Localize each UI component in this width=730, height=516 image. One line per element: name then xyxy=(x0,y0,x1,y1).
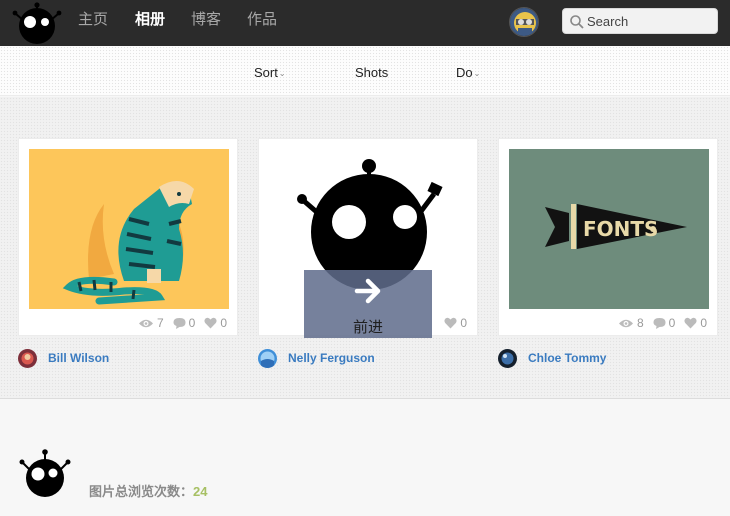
comments-stat: 0 xyxy=(173,316,196,330)
chevron-down-icon: ⌄ xyxy=(278,69,286,78)
search-icon xyxy=(570,15,584,29)
author-link[interactable]: Chloe Tommy xyxy=(498,348,606,368)
user-avatar[interactable] xyxy=(509,7,539,37)
heart-icon xyxy=(204,317,217,329)
likes-stat[interactable]: 0 xyxy=(204,316,227,330)
likes-count: 0 xyxy=(700,316,707,330)
author-avatar xyxy=(258,348,277,368)
chevron-down-icon: ⌄ xyxy=(473,69,481,78)
filter-bar: Sort⌄ Shots Do⌄ xyxy=(0,46,730,96)
forward-button-label: 前进 xyxy=(352,319,383,336)
shots-filter[interactable]: Shots xyxy=(355,65,388,80)
shot-card[interactable]: 7 0 0 xyxy=(18,138,238,336)
total-views-label: 图片总浏览次数： xyxy=(89,484,194,499)
robot-logo-icon xyxy=(19,449,71,497)
author-link[interactable]: Bill Wilson xyxy=(18,348,109,368)
do-dropdown[interactable]: Do⌄ xyxy=(456,65,480,80)
robot-logo-icon[interactable] xyxy=(10,2,64,44)
likes-stat[interactable]: 0 xyxy=(684,316,707,330)
comments-stat: 0 xyxy=(653,316,676,330)
author-link[interactable]: Nelly Ferguson xyxy=(258,348,375,368)
views-count: 7 xyxy=(156,316,164,330)
author-avatar xyxy=(498,348,517,368)
views-stat: 7 xyxy=(138,316,164,330)
views-count: 8 xyxy=(636,316,644,330)
shot-stats: 8 0 0 xyxy=(618,316,707,330)
sort-label: Sort xyxy=(254,65,278,80)
eye-icon xyxy=(138,319,153,327)
shots-gallery: 7 0 0 0 前进 FONTS 8 0 0 Bill Wilson Nelly… xyxy=(0,97,730,399)
author-name: Chloe Tommy xyxy=(528,351,607,365)
arrow-right-icon xyxy=(354,278,381,304)
total-views-count: 24 xyxy=(193,484,208,499)
nav-item-works[interactable]: 作品 xyxy=(247,11,277,29)
shot-stats: 0 xyxy=(444,316,467,330)
shot-card[interactable]: 0 前进 xyxy=(258,138,478,338)
likes-count: 0 xyxy=(460,316,467,330)
total-views-summary: 图片总浏览次数：24 xyxy=(89,481,207,500)
comment-icon xyxy=(173,318,186,329)
nav-item-albums[interactable]: 相册 xyxy=(135,11,165,29)
shot-stats: 7 0 0 xyxy=(138,316,227,330)
search-input[interactable] xyxy=(587,12,713,31)
author-avatar xyxy=(18,348,37,368)
eye-icon xyxy=(618,319,633,327)
author-name: Bill Wilson xyxy=(48,351,110,365)
do-label: Do xyxy=(456,65,473,80)
tiger-illustration[interactable] xyxy=(29,149,229,309)
nav-item-home[interactable]: 主页 xyxy=(78,11,108,29)
heart-icon xyxy=(684,317,697,329)
likes-stat[interactable]: 0 xyxy=(444,316,467,330)
top-navigation-bar: 主页 相册 博客 作品 xyxy=(0,0,730,46)
forward-button[interactable]: 前进 xyxy=(304,270,432,338)
heart-icon xyxy=(444,317,457,329)
views-stat: 8 xyxy=(618,316,644,330)
shot-card[interactable]: FONTS 8 0 0 xyxy=(498,138,718,336)
search-box[interactable] xyxy=(562,8,718,34)
nav-item-blog[interactable]: 博客 xyxy=(191,11,221,29)
comments-count: 0 xyxy=(668,316,676,330)
fonts-pennant-illustration[interactable]: FONTS xyxy=(509,149,709,309)
comments-count: 0 xyxy=(188,316,196,330)
comment-icon xyxy=(653,318,666,329)
svg-text:FONTS: FONTS xyxy=(583,217,658,241)
sort-dropdown[interactable]: Sort⌄ xyxy=(254,65,286,80)
author-name: Nelly Ferguson xyxy=(288,351,375,365)
likes-count: 0 xyxy=(220,316,227,330)
